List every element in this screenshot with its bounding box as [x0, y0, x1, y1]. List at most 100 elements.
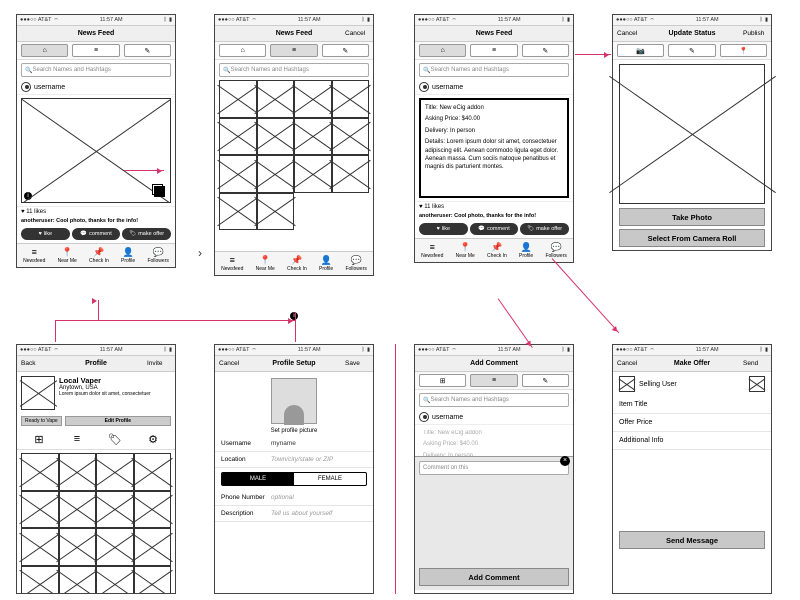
add-comment-button[interactable]: Add Comment [419, 568, 569, 586]
grid-cell[interactable] [21, 453, 59, 491]
grid-cell[interactable] [257, 118, 295, 156]
invite-button[interactable]: Invite [147, 360, 171, 367]
grid-view-button[interactable]: ⌂ [419, 44, 466, 57]
grid-cell[interactable] [134, 528, 172, 566]
phone-input[interactable]: optional [271, 494, 367, 501]
location-input[interactable]: Town/city/state or ZIP [271, 456, 367, 463]
gender-segmented-control[interactable]: MALEFEMALE [221, 472, 367, 486]
grid-cell[interactable] [134, 566, 172, 595]
grid-cell[interactable] [134, 453, 172, 491]
tab-profile[interactable]: 👤Profile [519, 242, 533, 259]
search-input[interactable]: 🔍 Search Names and Hashtags [419, 393, 569, 407]
back-button[interactable]: Back [21, 360, 45, 367]
tab-followers[interactable]: 💬Followers [345, 255, 366, 272]
compose-button[interactable]: ✎ [322, 44, 369, 57]
item-title-input[interactable]: Item Title [613, 396, 771, 414]
send-message-button[interactable]: Send Message [619, 531, 765, 549]
edit-profile-button[interactable]: Edit Profile [65, 416, 171, 426]
list-view-button[interactable]: ≡ [72, 44, 119, 57]
compose-button[interactable]: ✎ [124, 44, 171, 57]
cancel-button[interactable]: Cancel [219, 360, 243, 367]
search-input[interactable]: 🔍 Search Names and Hashtags [219, 63, 369, 77]
grid-cell[interactable] [96, 528, 134, 566]
tab-checkin[interactable]: 📌Check In [89, 247, 109, 264]
grid-cell[interactable] [332, 80, 370, 118]
grid-cell[interactable] [96, 566, 134, 595]
like-button[interactable]: ♥ like [419, 223, 468, 235]
offer-price-input[interactable]: Offer Price [613, 414, 771, 432]
grid-cell[interactable] [294, 80, 332, 118]
search-input[interactable]: 🔍 Search Names and Hashtags [419, 63, 569, 77]
grid-cell[interactable] [219, 80, 257, 118]
take-photo-button[interactable]: Take Photo [619, 208, 765, 226]
info-icon[interactable]: i [24, 192, 32, 200]
grid-cell[interactable] [134, 491, 172, 529]
tab-newsfeed[interactable]: ≡Newsfeed [421, 242, 443, 259]
comment-button[interactable]: 💬 comment [72, 228, 121, 240]
post-author[interactable]: username [17, 80, 175, 95]
seg-female[interactable]: FEMALE [294, 473, 366, 485]
tab-profile[interactable]: 👤Profile [121, 247, 135, 264]
tab-followers[interactable]: 💬Followers [545, 242, 566, 259]
tag-tab-icon[interactable]: 🏷 [108, 432, 122, 446]
compose-button[interactable]: ✎ [522, 374, 569, 387]
tab-newsfeed[interactable]: ≡Newsfeed [23, 247, 45, 264]
tab-followers[interactable]: 💬Followers [147, 247, 168, 264]
grid-cell[interactable] [21, 566, 59, 595]
grid-cell[interactable] [96, 491, 134, 529]
grid-cell[interactable] [257, 193, 295, 231]
grid-cell[interactable] [59, 491, 97, 529]
grid-view-button[interactable]: ⌂ [21, 44, 68, 57]
settings-tab-icon[interactable]: ⚙ [146, 432, 160, 446]
cancel-button[interactable]: Cancel [617, 360, 641, 367]
send-button[interactable]: Send [743, 360, 767, 367]
tab-nearme[interactable]: 📍Near Me [456, 242, 475, 259]
grid-cell[interactable] [294, 155, 332, 193]
grid-cell[interactable] [219, 118, 257, 156]
grid-cell[interactable] [294, 118, 332, 156]
list-view-button[interactable]: ≡ [270, 44, 317, 57]
search-input[interactable]: 🔍 Search Names and Hashtags [21, 63, 171, 77]
seg-male[interactable]: MALE [222, 473, 294, 485]
list-tab-icon[interactable]: ≡ [70, 432, 84, 446]
list-view-button[interactable]: ≡ [470, 44, 517, 57]
grid-cell[interactable] [257, 80, 295, 118]
post-author[interactable]: username [415, 80, 573, 95]
grid-cell[interactable] [219, 155, 257, 193]
grid-cell[interactable] [59, 453, 97, 491]
publish-button[interactable]: Publish [743, 30, 767, 37]
grid-cell[interactable] [96, 453, 134, 491]
set-picture-label[interactable]: Set profile picture [215, 426, 373, 436]
description-input[interactable]: Tell us about yourself [271, 510, 367, 517]
cancel-button[interactable]: Cancel [617, 30, 641, 37]
list-view-button[interactable]: ≡ [470, 374, 517, 387]
grid-cell[interactable] [59, 566, 97, 595]
make-offer-button[interactable]: 🏷 make offer [520, 223, 569, 235]
save-button[interactable]: Save [345, 360, 369, 367]
location-button[interactable]: 📍 [720, 44, 767, 57]
post-image[interactable]: i [21, 98, 171, 203]
username-input[interactable]: myname [271, 440, 367, 447]
camera-button[interactable]: 📷 [617, 44, 664, 57]
tab-nearme[interactable]: 📍Near Me [256, 255, 275, 272]
grid-view-button[interactable]: ⊞ [419, 374, 466, 387]
additional-info-input[interactable]: Additional Info [613, 432, 771, 450]
comment-button[interactable]: 💬 comment [470, 223, 519, 235]
comment-textarea[interactable]: Comment on this × [419, 461, 569, 475]
make-offer-button[interactable]: 🏷 make offer [122, 228, 171, 240]
grid-cell[interactable] [59, 528, 97, 566]
status-image-placeholder[interactable] [619, 64, 765, 204]
grid-cell[interactable] [219, 193, 257, 231]
grid-cell[interactable] [21, 528, 59, 566]
grid-cell[interactable] [332, 155, 370, 193]
cancel-button[interactable]: Cancel [345, 30, 369, 37]
tab-checkin[interactable]: 📌Check In [287, 255, 307, 272]
compose-button[interactable]: ✎ [522, 44, 569, 57]
close-icon[interactable]: × [560, 456, 570, 466]
stack-icon[interactable] [152, 184, 164, 196]
tab-nearme[interactable]: 📍Near Me [58, 247, 77, 264]
grid-cell[interactable] [332, 118, 370, 156]
grid-view-button[interactable]: ⌂ [219, 44, 266, 57]
camera-roll-button[interactable]: Select From Camera Roll [619, 229, 765, 247]
tab-profile[interactable]: 👤Profile [319, 255, 333, 272]
